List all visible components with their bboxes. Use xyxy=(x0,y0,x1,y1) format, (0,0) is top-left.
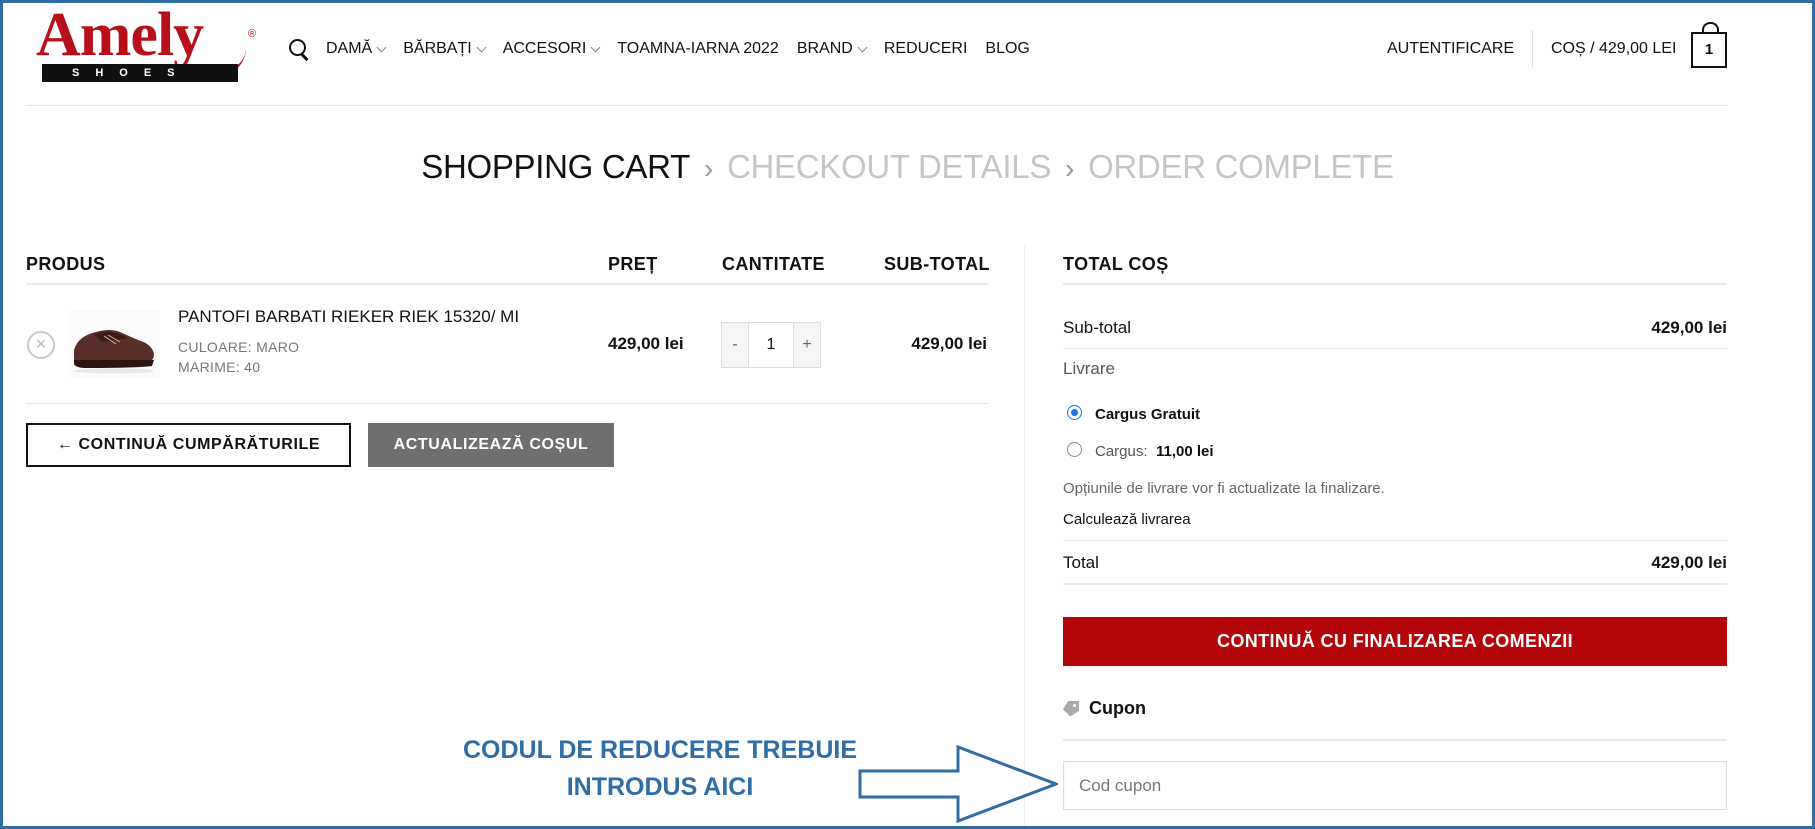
update-cart-button[interactable]: ACTUALIZEAZĂ COȘUL xyxy=(368,423,614,467)
nav-label: DAMĂ xyxy=(326,40,373,57)
row-divider xyxy=(26,403,988,404)
login-link[interactable]: AUTENTIFICARE xyxy=(1387,40,1514,58)
cart-bag-icon[interactable]: 1 xyxy=(1691,22,1727,68)
remove-item-button[interactable]: × xyxy=(27,331,55,359)
nav-item-dama[interactable]: DAMĂ xyxy=(326,40,387,58)
cart-count-badge: 1 xyxy=(1704,41,1714,58)
site-logo[interactable]: Amely ® SHOES xyxy=(36,4,276,84)
screenshot-frame xyxy=(0,0,1815,829)
cart-totals-title: TOTAL COȘ xyxy=(1063,254,1169,274)
nav-label: ACCESORI xyxy=(502,40,587,57)
chevron-down-icon xyxy=(857,42,868,52)
table-header-divider xyxy=(26,283,988,285)
column-header-subtotal: SUB-TOTAL xyxy=(884,254,990,274)
totals-header-divider xyxy=(1063,283,1727,285)
logo-wordmark: Amely xyxy=(36,1,204,69)
coupon-header: Cupon xyxy=(1063,698,1146,719)
checkout-steps: SHOPPING CART › CHECKOUT DETAILS › ORDER COM… xyxy=(0,148,1815,186)
column-header-product: PRODUS xyxy=(26,254,106,274)
nav-label: TOAMNA-IARNA 2022 xyxy=(617,40,779,57)
shipping-option-paid-price: 11,00 lei xyxy=(1156,443,1214,460)
shipping-option-paid-label[interactable]: Cargus: xyxy=(1095,443,1148,460)
subtotal-value: 429,00 lei xyxy=(1651,318,1727,337)
cart-total-link[interactable]: COȘ / 429,00 LEI xyxy=(1551,40,1676,58)
chevron-right-icon: › xyxy=(1065,153,1075,184)
totals-divider xyxy=(1063,540,1727,541)
total-label: Total xyxy=(1063,553,1099,572)
logo-registered-mark: ® xyxy=(248,28,257,40)
annotation-line-2: INTRODUS AICI xyxy=(566,773,754,801)
chevron-right-icon: › xyxy=(703,153,713,184)
column-header-price: PREȚ xyxy=(608,254,658,274)
nav-label: BĂRBAȚI xyxy=(403,40,472,57)
logo-subtitle: SHOES xyxy=(42,64,238,82)
nav-label: REDUCERI xyxy=(883,40,968,57)
close-icon: × xyxy=(35,334,47,354)
coupon-code-input[interactable] xyxy=(1063,761,1727,810)
subtotal-label: Sub-total xyxy=(1063,318,1132,337)
nav-label: BLOG xyxy=(985,40,1030,57)
site-header: Amely ® SHOES DAMĂ BĂRBAȚI ACCESORI TOAM… xyxy=(26,0,1728,106)
continue-shopping-button[interactable]: ← CONTINUĂ CUMPĂRĂTURILE xyxy=(26,423,351,467)
main-nav: DAMĂ BĂRBAȚI ACCESORI TOAMNA-IARNA 2022 … xyxy=(288,38,1048,60)
calculate-shipping-link[interactable]: Calculează livrarea xyxy=(1063,511,1191,528)
nav-item-blog[interactable]: BLOG xyxy=(985,40,1029,58)
nav-label: BRAND xyxy=(796,40,853,57)
total-value: 429,00 lei xyxy=(1651,553,1727,572)
qty-input[interactable]: 1 xyxy=(748,323,794,367)
qty-decrease-button[interactable]: - xyxy=(722,323,748,367)
column-divider xyxy=(1024,246,1025,829)
total-divider xyxy=(1063,583,1727,585)
proceed-to-checkout-button[interactable]: CONTINUĂ CU FINALIZAREA COMENZII xyxy=(1063,617,1727,666)
header-divider xyxy=(1532,30,1533,68)
shipping-radio-free[interactable] xyxy=(1067,405,1082,420)
step-order-complete[interactable]: ORDER COMPLETE xyxy=(1088,148,1394,185)
shipping-note: Opțiunile de livrare vor fi actualizate … xyxy=(1063,480,1385,497)
tag-icon xyxy=(1063,701,1081,717)
product-size: MARIME: 40 xyxy=(178,359,261,375)
column-header-quantity: CANTITATE xyxy=(722,254,825,274)
product-color: CULOARE: MARO xyxy=(178,339,300,355)
nav-item-toamna-iarna[interactable]: TOAMNA-IARNA 2022 xyxy=(617,40,779,58)
shipping-radio-paid[interactable] xyxy=(1067,442,1082,457)
step-checkout-details[interactable]: CHECKOUT DETAILS xyxy=(727,148,1051,185)
quantity-stepper: - 1 + xyxy=(721,322,821,368)
coupon-title: Cupon xyxy=(1089,698,1146,718)
chevron-down-icon xyxy=(590,42,601,52)
chevron-down-icon xyxy=(476,42,487,52)
nav-item-accesori[interactable]: ACCESORI xyxy=(502,40,601,58)
nav-item-brand[interactable]: BRAND xyxy=(796,40,868,58)
shipping-option-free-label[interactable]: Cargus Gratuit xyxy=(1095,406,1200,423)
nav-item-barbati[interactable]: BĂRBAȚI xyxy=(403,40,487,58)
search-icon[interactable] xyxy=(288,38,310,60)
coupon-divider xyxy=(1063,739,1727,741)
annotation-arrow-icon xyxy=(858,745,1058,823)
nav-item-reduceri[interactable]: REDUCERI xyxy=(884,40,968,58)
product-name-link[interactable]: PANTOFI BARBATI RIEKER RIEK 15320/ MI xyxy=(178,307,519,327)
shipping-label: Livrare xyxy=(1063,359,1115,378)
chevron-down-icon xyxy=(376,42,387,52)
annotation-callout: CODUL DE REDUCERE TREBUIE INTRODUS AICI xyxy=(430,732,890,806)
step-shopping-cart[interactable]: SHOPPING CART xyxy=(421,148,690,185)
totals-divider xyxy=(1063,348,1727,349)
product-subtotal: 429,00 lei xyxy=(911,334,987,353)
product-price: 429,00 lei xyxy=(608,334,684,353)
annotation-line-1: CODUL DE REDUCERE TREBUIE xyxy=(462,736,858,764)
product-thumbnail[interactable] xyxy=(68,310,160,378)
qty-increase-button[interactable]: + xyxy=(794,323,820,367)
